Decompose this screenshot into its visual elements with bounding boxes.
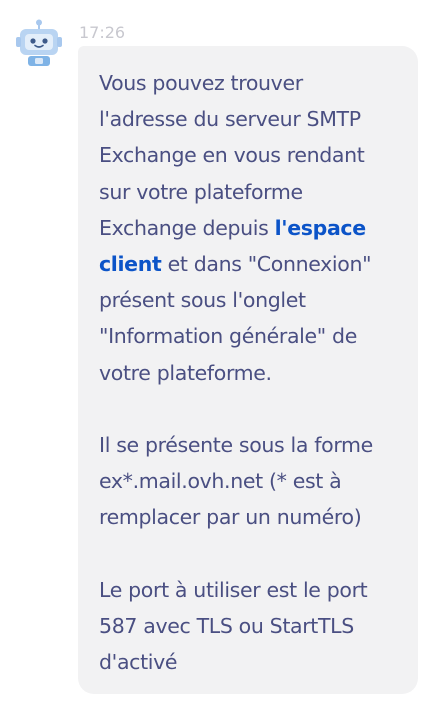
message-paragraph-3: Le port à utiliser est le port 587 avec … <box>99 572 400 681</box>
text-line: Exchange depuis l'espace <box>99 210 400 246</box>
text-line: "Information générale" de <box>99 324 357 349</box>
text-line: ex*.mail.ovh.net (* est à <box>99 469 342 494</box>
message-text: Vous pouvez trouver l'adresse du serveur… <box>99 65 400 680</box>
text-line: présent sous l'onglet <box>99 288 306 313</box>
message-paragraph-1: Vous pouvez trouver l'adresse du serveur… <box>99 65 400 391</box>
text-line: Le port à utiliser est le port <box>99 577 368 602</box>
text-line: Vous pouvez trouver <box>99 71 303 95</box>
espace-client-link[interactable]: client <box>99 252 162 276</box>
text-line: l'adresse du serveur SMTP <box>99 107 361 132</box>
text-line: Exchange en vous rendant <box>99 143 365 168</box>
robot-avatar-icon <box>14 18 64 68</box>
text-line: client et dans "Connexion" <box>99 246 400 282</box>
text-line: votre plateforme. <box>99 360 272 385</box>
text-line: d'activé <box>99 650 178 675</box>
text-line: sur votre plateforme <box>99 179 303 204</box>
message-bubble: Vous pouvez trouver l'adresse du serveur… <box>78 46 418 694</box>
text-segment: Exchange depuis <box>99 215 275 240</box>
text-line: remplacer par un numéro) <box>99 505 362 530</box>
message-timestamp: 17:26 <box>79 23 126 42</box>
text-line: Il se présente sous la forme <box>99 433 373 458</box>
espace-client-link[interactable]: l'espace <box>275 216 367 240</box>
message-paragraph-2: Il se présente sous la forme ex*.mail.ov… <box>99 427 400 536</box>
text-segment: et dans "Connexion" <box>161 252 372 277</box>
text-line: 587 avec TLS ou StartTLS <box>99 614 354 639</box>
